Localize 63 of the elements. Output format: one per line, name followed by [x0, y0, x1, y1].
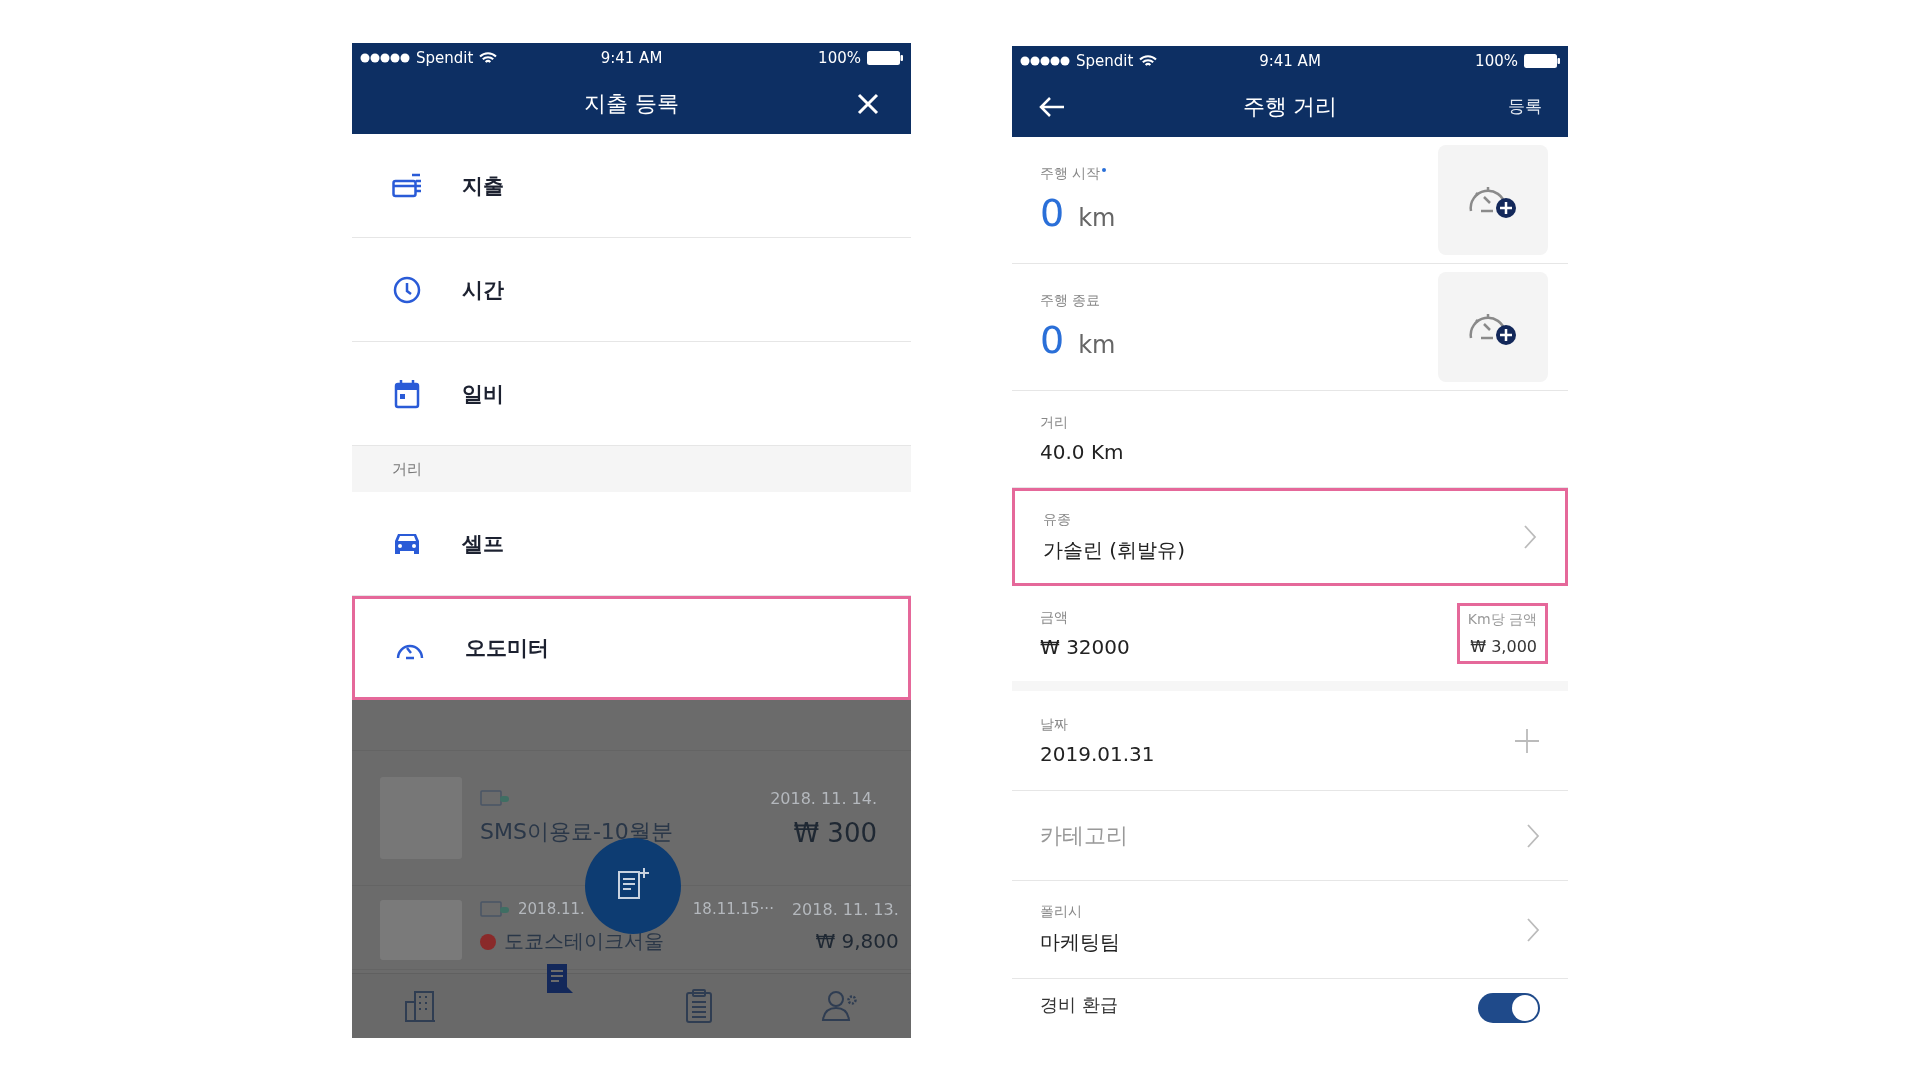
wifi-icon [479, 51, 498, 65]
section-header: 거리 [352, 446, 911, 492]
menu-item[interactable]: 지출 [352, 134, 911, 238]
battery-percent: 100% [818, 49, 861, 67]
unit-label: km [1078, 204, 1116, 232]
category-placeholder: 카테고리 [1040, 821, 1129, 850]
odometer-value: 0 [1040, 318, 1065, 362]
expense-amount: ₩ 300 [793, 817, 877, 848]
screen-title: 주행 거리 [1242, 92, 1338, 121]
carrier-name: Spendit [416, 49, 474, 67]
register-button[interactable]: 등록 [1504, 91, 1546, 122]
field-value: 40.0 Km [1040, 440, 1125, 464]
odometer-button[interactable] [1438, 272, 1548, 382]
signal-icon [1020, 56, 1070, 66]
menu-item[interactable]: 오도미터 [352, 596, 911, 700]
signal-icon [360, 53, 410, 63]
screen-title: 지출 등록 [584, 89, 679, 118]
field-value: 2019.01.31 [1040, 741, 1156, 766]
status-time: 9:41 AM [600, 49, 663, 67]
select-row[interactable]: 폴리시 마케팅팀 [1012, 881, 1568, 979]
field-label: 유종 [1043, 510, 1072, 529]
field-label: 경비 환급 [1040, 993, 1119, 1017]
battery-percent: 100% [1475, 52, 1518, 70]
wifi-icon [1139, 54, 1158, 68]
field-label: 거리 [1040, 414, 1069, 432]
odometer-value: 0 [1040, 191, 1065, 235]
expense-amount: ₩ 9,800 [815, 929, 899, 953]
chevron-right-icon [1526, 916, 1540, 943]
field-value: 가솔린 (휘발유) [1043, 536, 1186, 564]
field-label: 주행 종료 [1040, 292, 1101, 310]
card-icon [480, 790, 510, 806]
user-settings-icon [819, 988, 860, 1024]
chevron-right-icon [1526, 822, 1540, 849]
menu-item[interactable]: 셀프 [352, 492, 911, 596]
expense-date: 2018. 11. 13. [791, 900, 899, 919]
card-icon [392, 172, 422, 199]
period-text: 2018.11. [518, 900, 585, 918]
field-value: 마케팅팀 [1040, 929, 1121, 956]
status-time: 9:41 AM [1259, 52, 1321, 70]
clock-icon [393, 275, 421, 304]
odometer-button[interactable] [1438, 145, 1548, 255]
carrier-name: Spendit [1076, 52, 1134, 70]
field-label: 주행 시작 [1040, 165, 1101, 183]
menu-item[interactable]: 시간 [352, 238, 911, 342]
rate-label: Km당 금액 [1467, 611, 1537, 629]
chevron-right-icon [1523, 524, 1537, 550]
warning-icon [480, 933, 496, 950]
toggle-switch[interactable] [1478, 993, 1540, 1023]
calendar-icon [394, 378, 420, 409]
rate-value: ₩ 3,000 [1470, 637, 1537, 656]
field-label: 금액 [1040, 608, 1069, 627]
battery-icon [1524, 54, 1560, 68]
field-value: ₩ 32000 [1040, 634, 1131, 659]
field-label: 날짜 [1040, 715, 1069, 734]
card-icon [480, 901, 510, 917]
expense-date: 2018. 11. 14. [770, 788, 877, 808]
expense-title: 도쿄스테이크서울 [504, 928, 664, 955]
field-label: 폴리시 [1040, 903, 1083, 921]
unit-label: km [1078, 331, 1116, 359]
period-text: 18.11.15··· [692, 900, 774, 918]
select-row[interactable]: 유종 가솔린 (휘발유) [1012, 488, 1568, 586]
expense-title: SMS이용료-10월분 [480, 818, 673, 846]
battery-icon [867, 51, 903, 65]
